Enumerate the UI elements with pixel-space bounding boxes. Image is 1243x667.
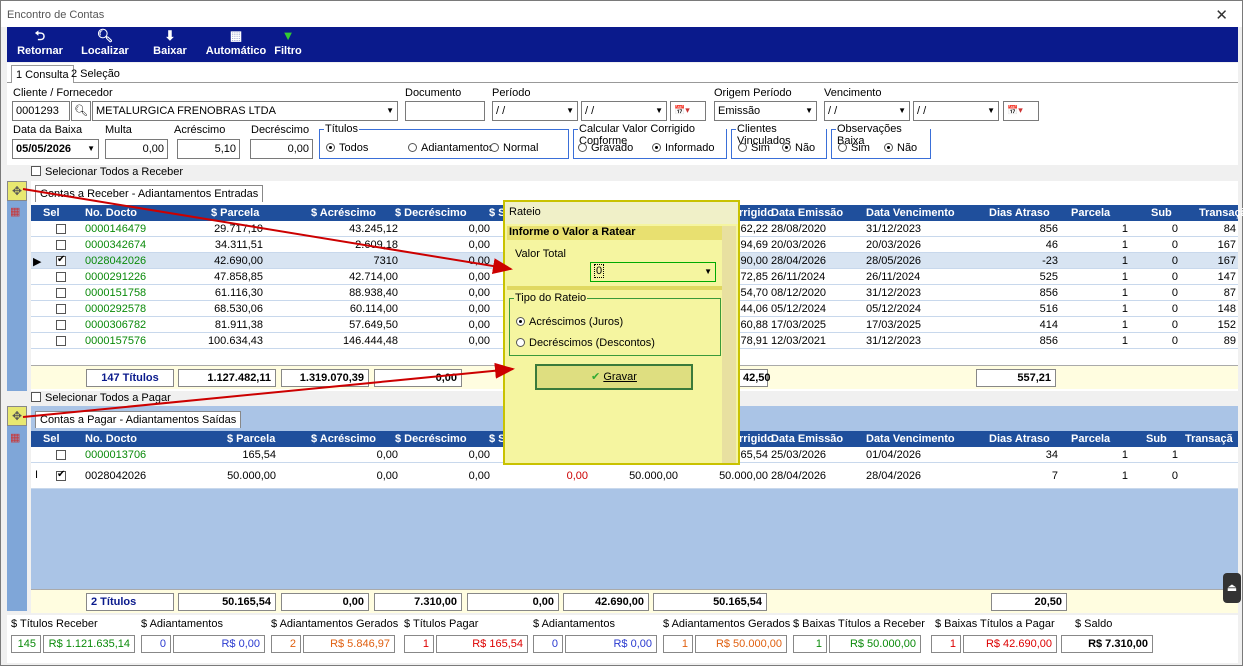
summary-value: 2 [271, 635, 301, 653]
summary-value: R$ 42.690,00 [963, 635, 1057, 653]
summary-value: R$ 5.846,97 [303, 635, 395, 653]
summary-value: R$ 50.000,00 [695, 635, 787, 653]
summary-label: $ Títulos Receber [11, 618, 98, 630]
summary-label: $ Baixas Títulos a Pagar [935, 618, 1055, 630]
summary-value: R$ 0,00 [565, 635, 657, 653]
summary-value: 0 [533, 635, 563, 653]
summary-value: R$ 0,00 [173, 635, 265, 653]
summary-value: R$ 7.310,00 [1061, 635, 1153, 653]
summary-bar: $ Títulos Receber $ Adiantamentos $ Adia… [7, 615, 1238, 663]
annotation-arrows [22, 188, 515, 418]
summary-label: $ Baixas Títulos a Receber [793, 618, 925, 630]
summary-value: R$ 1.121.635,14 [43, 635, 135, 653]
summary-value: R$ 165,54 [436, 635, 528, 653]
summary-value: 1 [793, 635, 827, 653]
summary-label: $ Adiantamentos Gerados [663, 618, 791, 630]
summary-value: 1 [663, 635, 693, 653]
summary-value: 0 [141, 635, 171, 653]
summary-value: R$ 50.000,00 [829, 635, 921, 653]
summary-value: 1 [931, 635, 961, 653]
summary-value: 145 [11, 635, 41, 653]
app-window: Encontro de Contas ✕ ⮌ Retornar 🔍︎ Localiz… [0, 0, 1243, 666]
summary-label: $ Adiantamentos Gerados [271, 618, 399, 630]
summary-label: $ Adiantamentos [141, 618, 223, 630]
summary-label: $ Títulos Pagar [404, 618, 479, 630]
summary-value: 1 [404, 635, 434, 653]
summary-label: $ Saldo [1075, 618, 1113, 630]
summary-label: $ Adiantamentos [533, 618, 615, 630]
